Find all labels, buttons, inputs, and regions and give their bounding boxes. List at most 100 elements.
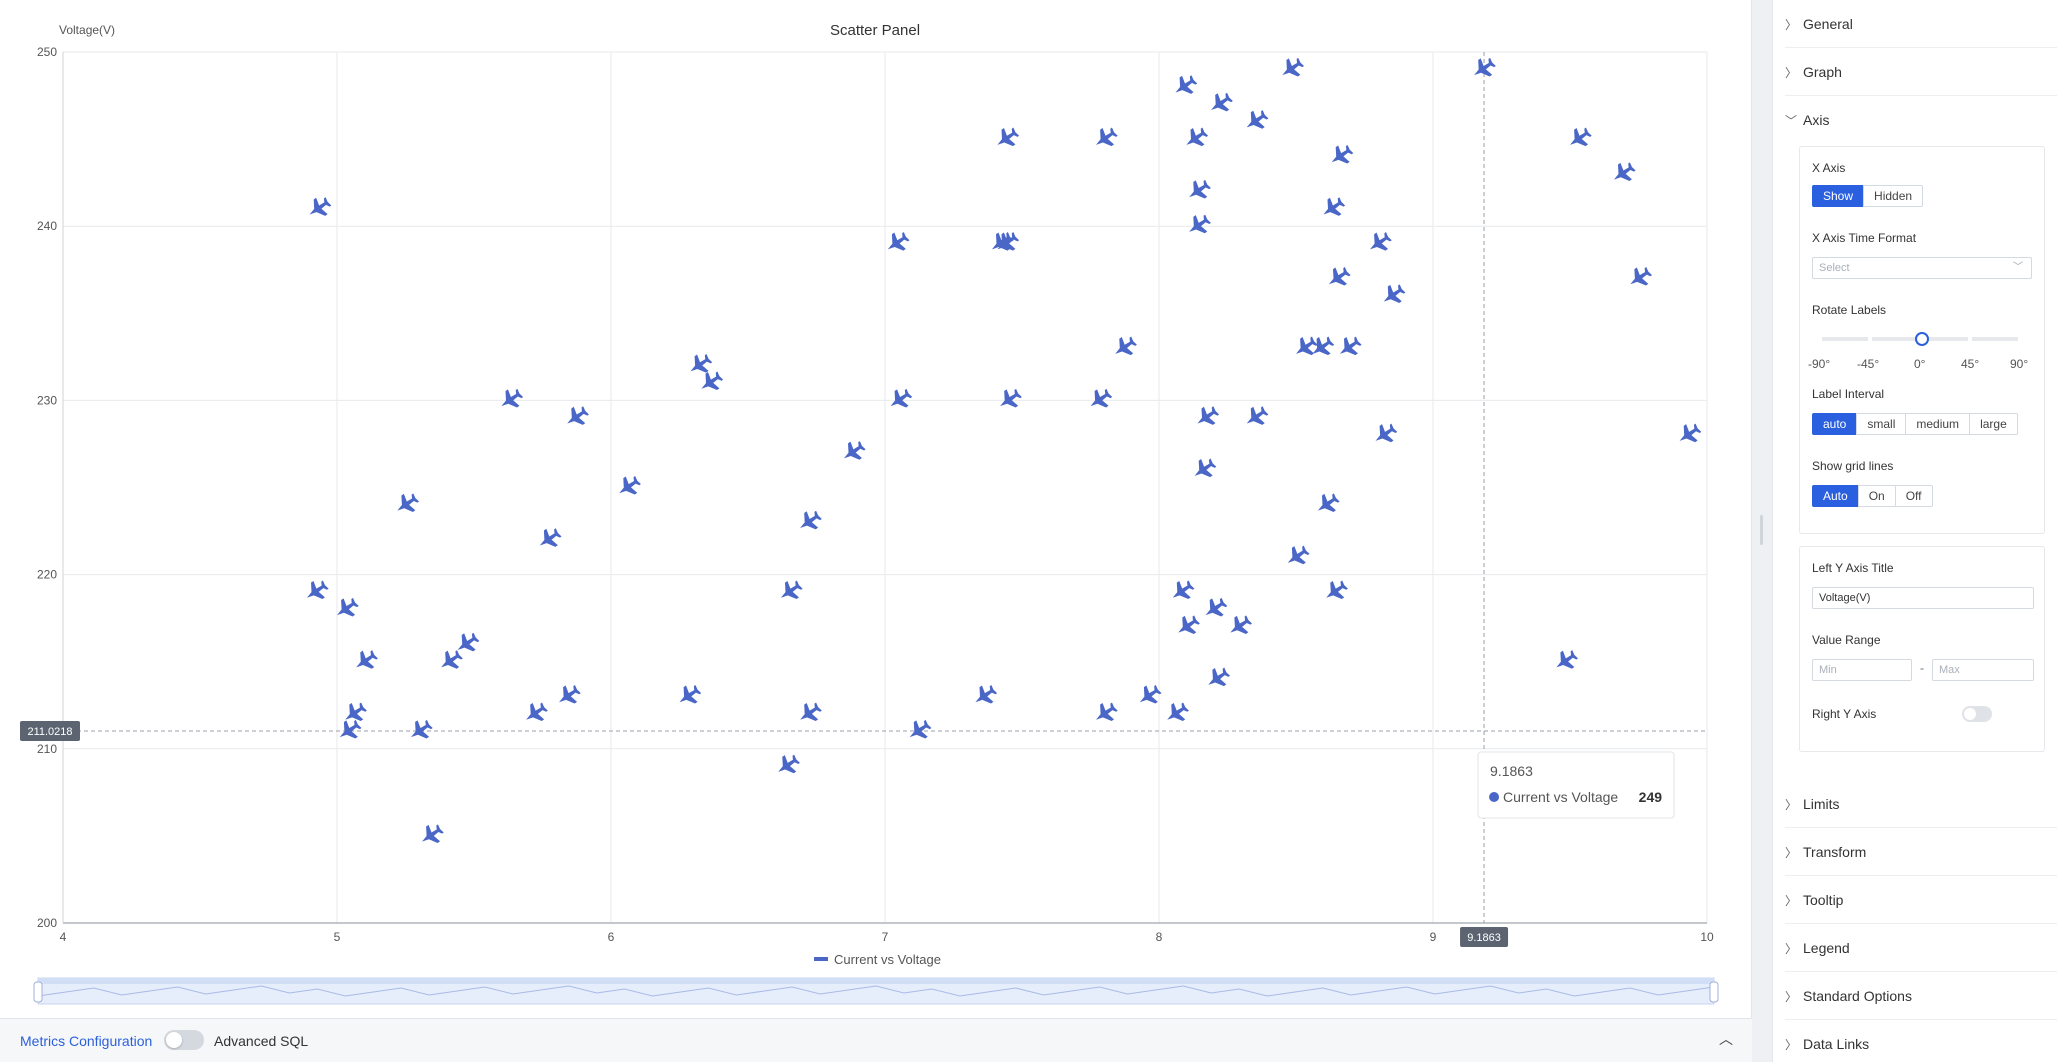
airplane-icon: [1194, 458, 1217, 478]
slider-track-segment: [1822, 337, 1868, 341]
interval-large-button[interactable]: large: [1969, 413, 2018, 435]
zoom-handle-left[interactable]: [33, 981, 43, 1003]
chevron-up-icon[interactable]: ︿: [1716, 1029, 1736, 1049]
value-range-label: Value Range: [1812, 633, 1881, 647]
data-point: [800, 510, 822, 530]
right-y-axis-toggle[interactable]: [1962, 706, 1992, 722]
data-point: [975, 684, 998, 704]
airplane-icon: [1246, 406, 1269, 425]
section-axis[interactable]: ﹀ Axis: [1785, 96, 2057, 144]
airplane-icon: [306, 580, 329, 600]
chevron-right-icon: 〉: [1785, 942, 1798, 956]
interval-auto-button[interactable]: auto: [1812, 413, 1858, 435]
section-legend[interactable]: 〉 Legend: [1785, 924, 2057, 972]
airplane-icon: [1211, 92, 1233, 112]
airplane-icon: [1090, 388, 1113, 408]
data-point: [1383, 284, 1406, 303]
section-general-label: General: [1803, 16, 1853, 32]
grid-off-button[interactable]: Off: [1894, 485, 1933, 507]
data-point: [1323, 197, 1346, 216]
airplane-icon: [337, 597, 359, 617]
right-y-axis-label: Right Y Axis: [1812, 707, 1877, 721]
value-range-max-input[interactable]: Max: [1932, 659, 2034, 681]
airplane-icon: [1197, 406, 1220, 425]
grid-lines-options[interactable]: Auto On Off: [1812, 485, 1933, 507]
airplane-icon: [1139, 684, 1162, 704]
section-tooltip[interactable]: 〉 Tooltip: [1785, 876, 2057, 924]
section-limits-label: Limits: [1803, 796, 1840, 812]
slider-handle[interactable]: [1915, 332, 1929, 346]
section-limits[interactable]: 〉 Limits: [1785, 780, 2057, 828]
rotate-tick-label: -45°: [1857, 357, 1880, 371]
x-axis-visibility-toggle[interactable]: Show Hidden: [1812, 185, 1924, 207]
data-point: [1282, 57, 1305, 77]
data-point: [701, 371, 724, 391]
panel-splitter[interactable]: [1752, 0, 1772, 1062]
x-tick-label: 5: [334, 930, 341, 944]
airplane-icon: [1282, 57, 1305, 77]
advanced-sql-toggle[interactable]: [164, 1030, 204, 1050]
zoom-handle-right[interactable]: [1709, 981, 1719, 1003]
airplane-icon: [991, 232, 1014, 251]
scatter-chart[interactable]: 4 5 6 7 8 9 10 200 210 220 230 240 250 Scatter Panel V…: [0, 0, 1752, 1018]
airplane-icon: [1370, 232, 1392, 251]
rotate-labels-slider[interactable]: [1812, 329, 2032, 349]
left-y-axis-title-input[interactable]: Voltage(V): [1812, 587, 2034, 609]
chevron-right-icon: 〉: [1785, 846, 1798, 860]
splitter-grip[interactable]: [1760, 515, 1763, 545]
data-point: [1317, 493, 1340, 512]
interval-small-button[interactable]: small: [1856, 413, 1907, 435]
data-point: [1370, 232, 1392, 251]
data-point: [1090, 388, 1113, 408]
value-range-separator: -: [1920, 661, 1924, 675]
airplane-icon: [397, 493, 420, 512]
data-point: [1172, 580, 1195, 600]
data-point: [356, 650, 378, 669]
x-axis-hidden-button[interactable]: Hidden: [1863, 185, 1924, 207]
data-point: [1331, 144, 1354, 164]
y-tick-label: 230: [37, 393, 57, 407]
chevron-down-icon: ﹀: [1785, 114, 1798, 128]
section-graph[interactable]: 〉 Graph: [1785, 48, 2057, 96]
airplane-icon: [1296, 336, 1318, 356]
crosshair-x-label: 9.1863: [1467, 932, 1501, 944]
time-format-select[interactable]: Select ﹀: [1812, 257, 2032, 279]
rotate-tick-label: 0°: [1914, 357, 1926, 371]
data-point: [843, 441, 866, 460]
data-point: [559, 684, 581, 704]
airplane-icon: [997, 232, 1020, 251]
chevron-right-icon: 〉: [1785, 990, 1798, 1004]
value-range-min-input[interactable]: Min: [1812, 659, 1912, 681]
label-interval-options[interactable]: auto small medium large: [1812, 413, 2018, 435]
airplane-icon: [679, 684, 702, 704]
airplane-icon: [1312, 336, 1335, 356]
data-zoom-slider[interactable]: [33, 977, 1719, 1005]
section-general[interactable]: 〉 General: [1785, 0, 2057, 48]
airplane-icon: [356, 650, 378, 669]
legend-label: Current vs Voltage: [834, 952, 941, 967]
section-graph-label: Graph: [1803, 64, 1842, 80]
rotate-tick-label: -90°: [1808, 357, 1831, 371]
airplane-icon: [559, 684, 581, 704]
data-point: [991, 232, 1014, 251]
x-axis-show-button[interactable]: Show: [1812, 185, 1865, 207]
x-tick-label: 9: [1430, 930, 1437, 944]
airplane-icon: [1172, 580, 1195, 600]
airplane-icon: [997, 127, 1020, 147]
airplane-icon: [1096, 702, 1118, 722]
data-point: [997, 232, 1020, 251]
data-point: [501, 388, 524, 408]
section-data-links[interactable]: 〉 Data Links: [1785, 1020, 2057, 1062]
chart-panel: 4 5 6 7 8 9 10 200 210 220 230 240 250 Scatter Panel V…: [0, 0, 1752, 1018]
metrics-configuration-link[interactable]: Metrics Configuration: [20, 1033, 152, 1049]
section-transform[interactable]: 〉 Transform: [1785, 828, 2057, 876]
grid-on-button[interactable]: On: [1857, 485, 1896, 507]
data-point: [1096, 702, 1118, 722]
section-standard-options[interactable]: 〉 Standard Options: [1785, 972, 2057, 1020]
data-point: [679, 684, 702, 704]
airplane-icon: [539, 528, 562, 547]
grid-auto-button[interactable]: Auto: [1812, 485, 1859, 507]
interval-medium-button[interactable]: medium: [1905, 413, 1971, 435]
x-axis-label: X Axis: [1812, 161, 1846, 175]
airplane-icon: [1175, 75, 1198, 94]
